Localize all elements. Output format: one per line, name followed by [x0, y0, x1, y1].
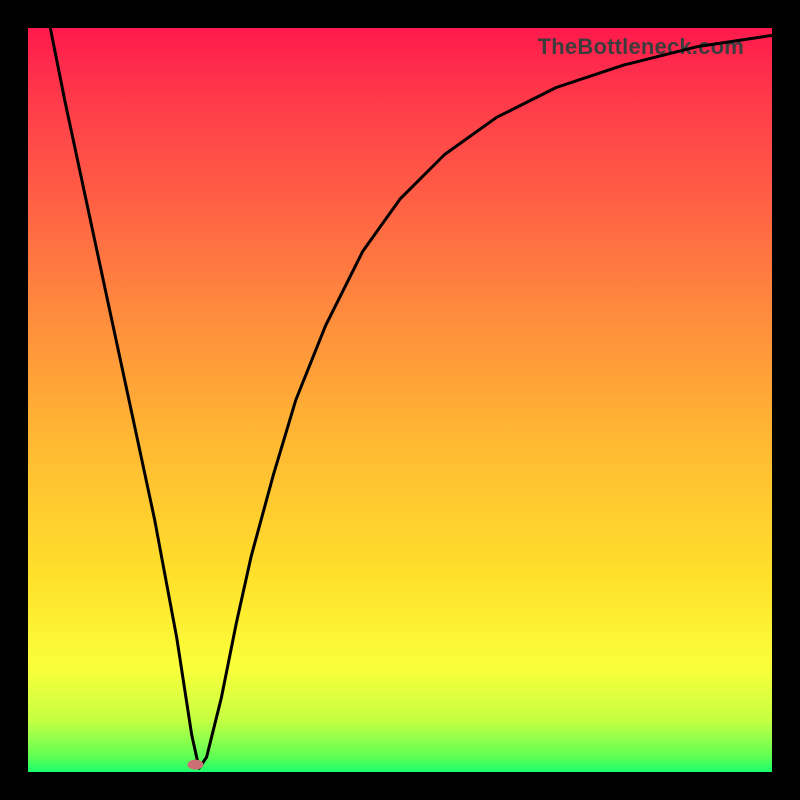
curve-layer	[28, 28, 772, 772]
plot-area: TheBottleneck.com	[28, 28, 772, 772]
bottleneck-curve	[50, 28, 772, 768]
optimum-marker	[187, 760, 203, 770]
chart-frame: TheBottleneck.com	[0, 0, 800, 800]
